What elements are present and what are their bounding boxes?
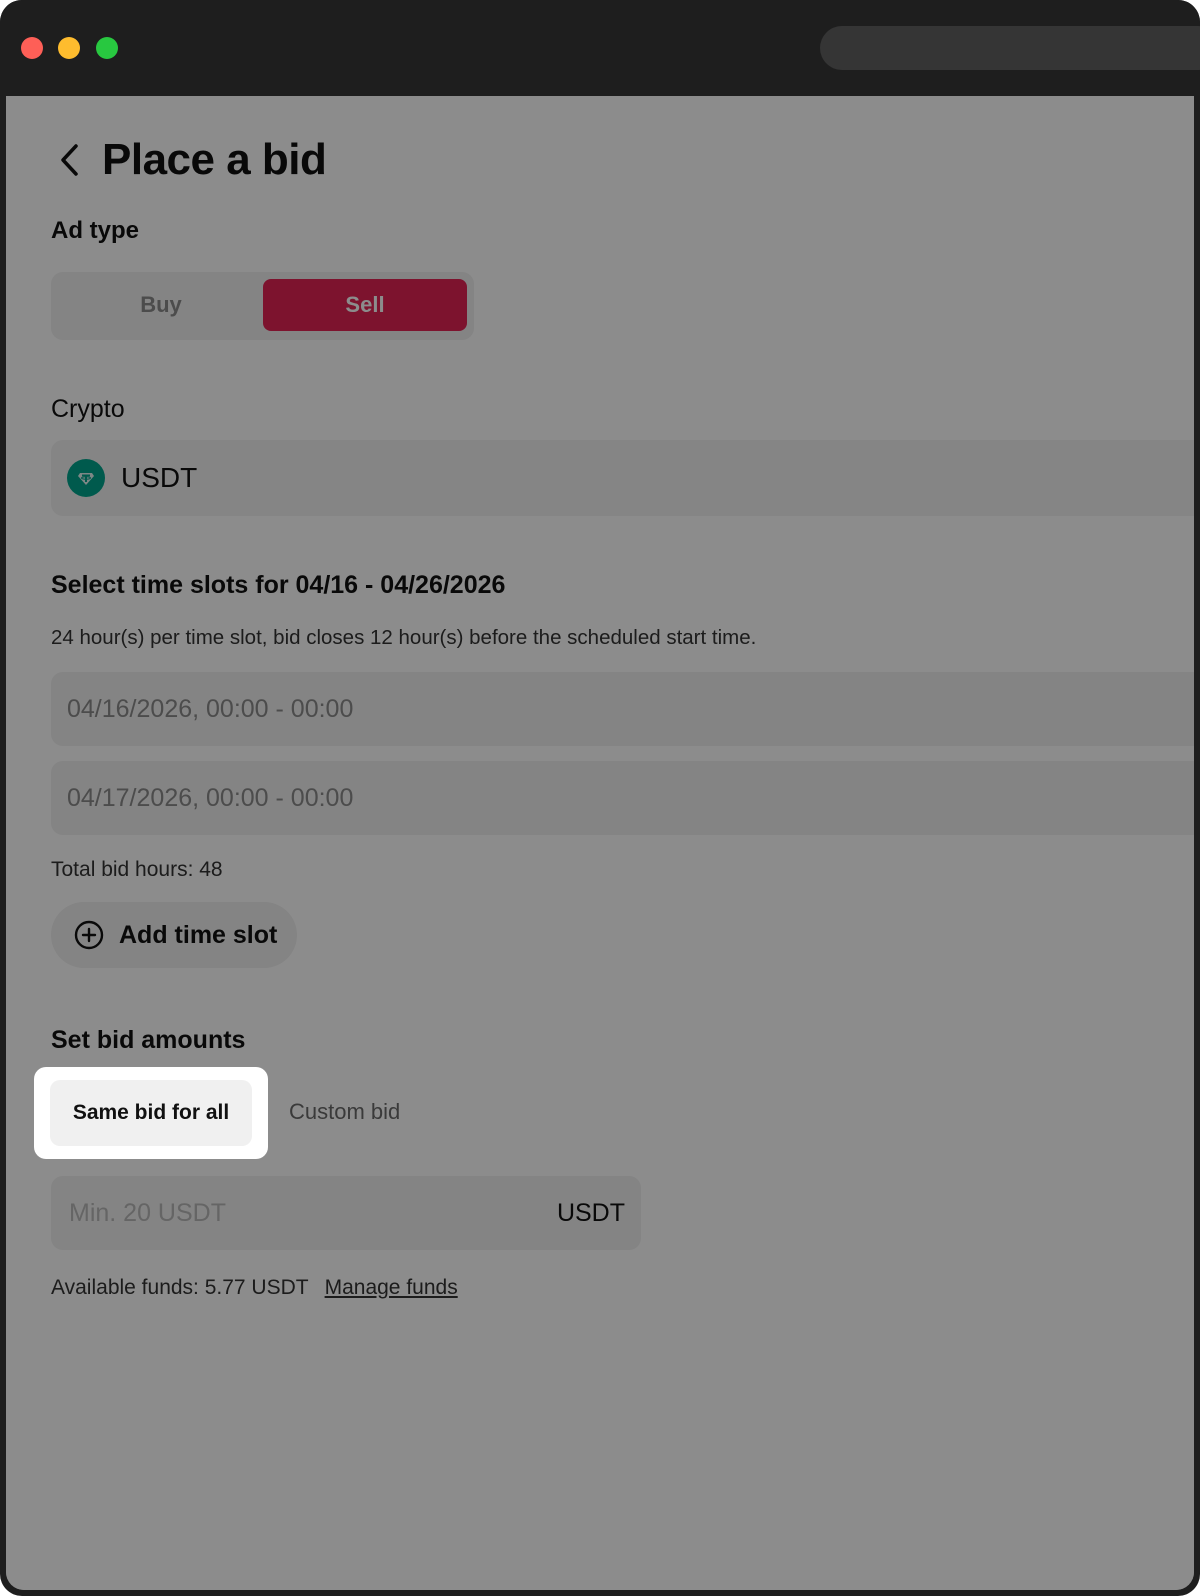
time-slot-field[interactable]: 04/16/2026, 00:00 - 00:00	[51, 672, 1194, 746]
total-bid-hours: Total bid hours: 48	[51, 858, 223, 881]
crypto-value: USDT	[121, 462, 198, 493]
tether-icon	[67, 459, 105, 497]
same-bid-for-all-option[interactable]: Same bid for all	[50, 1080, 252, 1146]
manage-funds-link[interactable]: Manage funds	[325, 1276, 458, 1300]
bid-amount-field: USDT	[51, 1176, 641, 1250]
minimize-window-button[interactable]	[58, 37, 80, 59]
title-bar	[0, 0, 1200, 96]
spotlight-highlight: Same bid for all	[34, 1067, 268, 1159]
ad-type-toggle: Buy Sell	[51, 272, 474, 340]
time-slot-text: 04/17/2026, 00:00 - 00:00	[67, 783, 354, 812]
time-slots-helper: 24 hour(s) per time slot, bid closes 12 …	[51, 626, 757, 649]
bid-amounts-heading: Set bid amounts	[51, 1026, 246, 1054]
ad-type-label: Ad type	[51, 217, 140, 244]
address-bar[interactable]	[820, 26, 1200, 70]
close-window-button[interactable]	[21, 37, 43, 59]
available-funds: Available funds: 5.77 USDT	[51, 1276, 309, 1299]
crypto-select[interactable]: USDT	[51, 440, 1194, 516]
page-content: Place a bid Ad type Buy Sell Crypto USDT…	[6, 96, 1194, 1590]
time-slots-heading: Select time slots for 04/16 - 04/26/2026	[51, 571, 506, 599]
funds-row: Available funds: 5.77 USDT Manage funds	[51, 1276, 458, 1300]
add-time-slot-button[interactable]: Add time slot	[51, 902, 297, 968]
app-window: Place a bid Ad type Buy Sell Crypto USDT…	[0, 0, 1200, 1596]
back-button[interactable]	[58, 135, 98, 185]
plus-circle-icon	[74, 920, 104, 950]
page-title: Place a bid	[102, 135, 327, 184]
buy-option[interactable]: Buy	[59, 279, 263, 331]
chevron-left-icon	[61, 144, 78, 176]
amount-unit: USDT	[556, 1198, 625, 1227]
time-slot-field[interactable]: 04/17/2026, 00:00 - 00:00	[51, 761, 1194, 835]
page-header: Place a bid	[58, 130, 327, 190]
sell-option[interactable]: Sell	[263, 279, 467, 331]
maximize-window-button[interactable]	[96, 37, 118, 59]
crypto-label: Crypto	[51, 395, 125, 423]
add-time-slot-label: Add time slot	[119, 920, 278, 949]
custom-bid-option[interactable]: Custom bid	[289, 1099, 400, 1125]
bid-amount-input[interactable]	[67, 1197, 491, 1229]
time-slot-text: 04/16/2026, 00:00 - 00:00	[67, 694, 354, 723]
